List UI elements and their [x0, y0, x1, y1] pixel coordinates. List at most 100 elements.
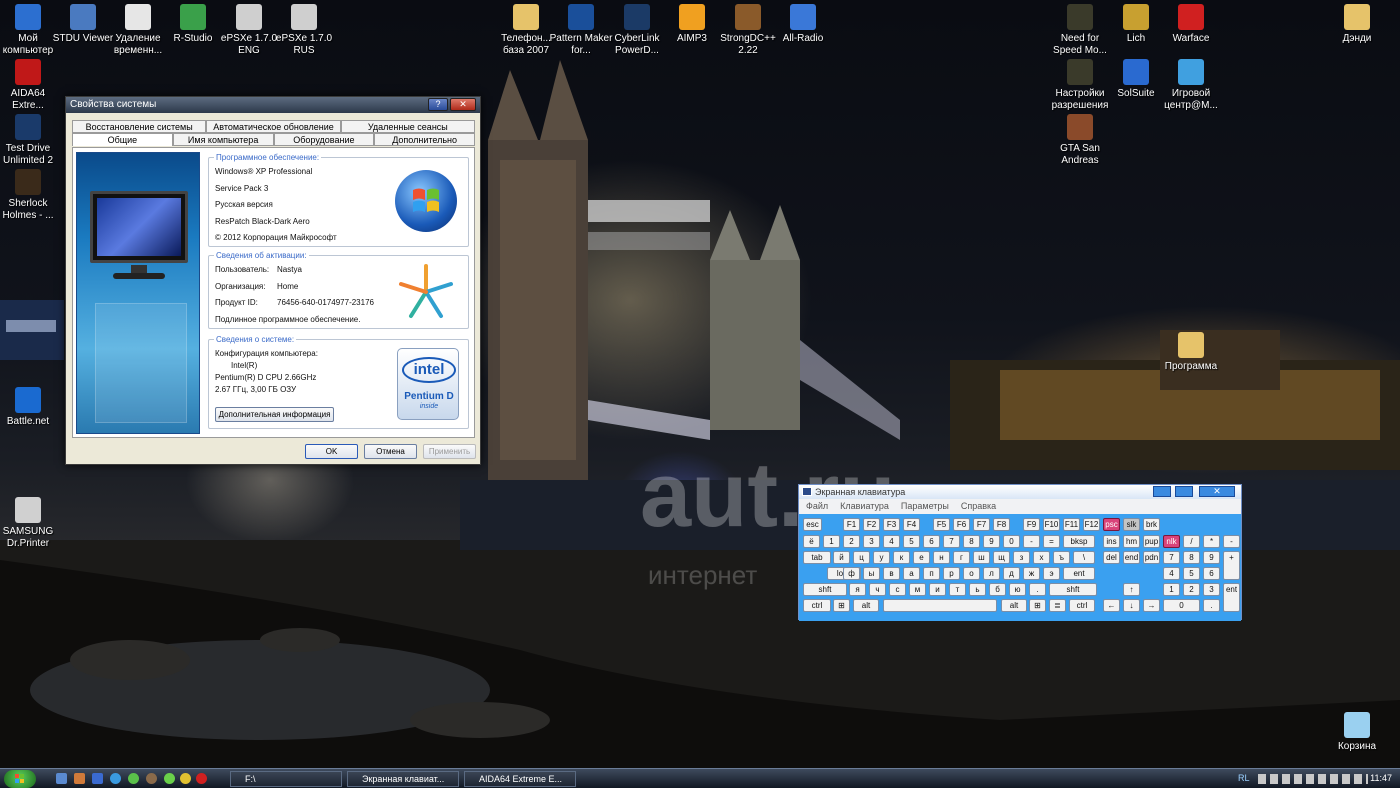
key[interactable]: 8 — [963, 535, 980, 548]
key[interactable]: bksp — [1063, 535, 1095, 548]
key[interactable]: F5 — [933, 518, 950, 531]
desktop-icon[interactable]: Корзина — [1325, 712, 1389, 753]
key[interactable]: в — [883, 567, 900, 580]
key[interactable]: ъ — [1053, 551, 1070, 564]
key[interactable]: ь — [969, 583, 986, 596]
key[interactable]: щ — [993, 551, 1010, 564]
keyboard-menu-item[interactable]: Справка — [961, 499, 996, 514]
key[interactable]: 9 — [983, 535, 1000, 548]
tab-tabs_bottom-1[interactable]: Имя компьютера — [172, 133, 274, 146]
desktop-icon[interactable]: Sherlock Holmes - ... — [0, 169, 60, 222]
desktop-icon[interactable]: Настройки разрешения — [1048, 59, 1112, 112]
key[interactable]: . — [1029, 583, 1046, 596]
desktop-icon[interactable]: R-Studio — [161, 4, 225, 45]
key[interactable]: . — [1203, 599, 1220, 612]
key[interactable]: F6 — [953, 518, 970, 531]
key[interactable]: F10 — [1043, 518, 1060, 531]
quicklaunch-icq-icon[interactable] — [164, 773, 175, 784]
help-button[interactable]: ? — [428, 98, 448, 111]
key[interactable]: 3 — [1203, 583, 1220, 596]
desktop-icon[interactable]: Need for Speed Mo... — [1048, 4, 1112, 57]
key[interactable]: shft — [1049, 583, 1097, 596]
quicklaunch-ie-icon[interactable] — [110, 773, 121, 784]
key[interactable]: т — [949, 583, 966, 596]
cancel-button[interactable]: Отмена — [364, 444, 417, 459]
task-aida64[interactable]: AIDA64 Extreme E... — [464, 771, 576, 787]
key[interactable]: pdn — [1143, 551, 1160, 564]
key[interactable]: ↑ — [1123, 583, 1140, 596]
quicklaunch-save-icon[interactable] — [92, 773, 103, 784]
key[interactable]: 5 — [1183, 567, 1200, 580]
tab-tabs_bottom-0[interactable]: Общие — [72, 133, 173, 146]
key[interactable] — [883, 599, 997, 612]
key[interactable]: п — [923, 567, 940, 580]
desktop-icon[interactable]: All-Radio — [771, 4, 835, 45]
key[interactable]: з — [1013, 551, 1030, 564]
language-indicator[interactable]: RL — [1238, 769, 1250, 788]
key[interactable]: о — [963, 567, 980, 580]
key[interactable]: F11 — [1063, 518, 1080, 531]
key[interactable]: ← — [1103, 599, 1120, 612]
key[interactable]: ё — [803, 535, 820, 548]
key[interactable]: slk — [1123, 518, 1140, 531]
desktop-icon[interactable]: AIMP3 — [660, 4, 724, 45]
apply-button[interactable]: Применить — [423, 444, 476, 459]
desktop-icon[interactable]: Warface — [1159, 4, 1223, 45]
quicklaunch-utorrent-icon[interactable] — [128, 773, 139, 784]
key[interactable]: F9 — [1023, 518, 1040, 531]
key[interactable]: 6 — [923, 535, 940, 548]
key[interactable]: х — [1033, 551, 1050, 564]
tab-tabs_top-1[interactable]: Автоматическое обновление — [206, 120, 341, 133]
key[interactable]: б — [989, 583, 1006, 596]
key[interactable]: shft — [803, 583, 847, 596]
key[interactable]: м — [909, 583, 926, 596]
key[interactable]: hm — [1123, 535, 1140, 548]
quicklaunch-chrome-icon[interactable] — [180, 773, 191, 784]
desktop-icon[interactable]: SAMSUNG Dr.Printer — [0, 497, 60, 550]
key[interactable]: ctrl — [1069, 599, 1095, 612]
keyboard-titlebar[interactable]: Экранная клавиатура ✕ — [799, 485, 1241, 499]
key[interactable]: pup — [1143, 535, 1160, 548]
key[interactable]: = — [1043, 535, 1060, 548]
key[interactable]: - — [1223, 535, 1240, 548]
task-onscreen-keyboard[interactable]: Экранная клавиат... — [347, 771, 459, 787]
key[interactable]: ctrl — [803, 599, 831, 612]
key[interactable]: alt — [1001, 599, 1027, 612]
key[interactable]: ц — [853, 551, 870, 564]
key[interactable]: 0 — [1163, 599, 1200, 612]
key[interactable]: д — [1003, 567, 1020, 580]
ok-button[interactable]: OK — [305, 444, 358, 459]
key[interactable]: й — [833, 551, 850, 564]
key[interactable]: ф — [843, 567, 860, 580]
desktop-icon[interactable]: Test Drive Unlimited 2 — [0, 114, 60, 167]
key[interactable]: * — [1203, 535, 1220, 548]
key[interactable]: ⊞ — [1029, 599, 1046, 612]
desktop-icon[interactable]: Battle.net — [0, 387, 60, 428]
keyboard-menu-item[interactable]: Клавиатура — [840, 499, 889, 514]
key[interactable]: к — [893, 551, 910, 564]
key[interactable]: → — [1143, 599, 1160, 612]
key[interactable]: F2 — [863, 518, 880, 531]
key[interactable]: 1 — [1163, 583, 1180, 596]
key[interactable]: F3 — [883, 518, 900, 531]
key[interactable]: brk — [1143, 518, 1160, 531]
key[interactable]: а — [903, 567, 920, 580]
maximize-button[interactable] — [1175, 486, 1193, 497]
key[interactable]: 5 — [903, 535, 920, 548]
key[interactable]: ins — [1103, 535, 1120, 548]
key[interactable]: 9 — [1203, 551, 1220, 564]
desktop-icon[interactable]: AIDA64 Extre... — [0, 59, 60, 112]
key[interactable]: р — [943, 567, 960, 580]
minimize-button[interactable] — [1153, 486, 1171, 497]
desktop-icon[interactable]: ePSXe 1.7.0 RUS — [272, 4, 336, 57]
quicklaunch-media-icon[interactable] — [146, 773, 157, 784]
key[interactable]: F4 — [903, 518, 920, 531]
key[interactable]: tab — [803, 551, 831, 564]
key[interactable]: esc — [803, 518, 822, 531]
key[interactable]: у — [873, 551, 890, 564]
key[interactable]: 2 — [843, 535, 860, 548]
key[interactable]: е — [913, 551, 930, 564]
key[interactable]: ж — [1023, 567, 1040, 580]
key[interactable]: 7 — [943, 535, 960, 548]
key[interactable]: 2 — [1183, 583, 1200, 596]
